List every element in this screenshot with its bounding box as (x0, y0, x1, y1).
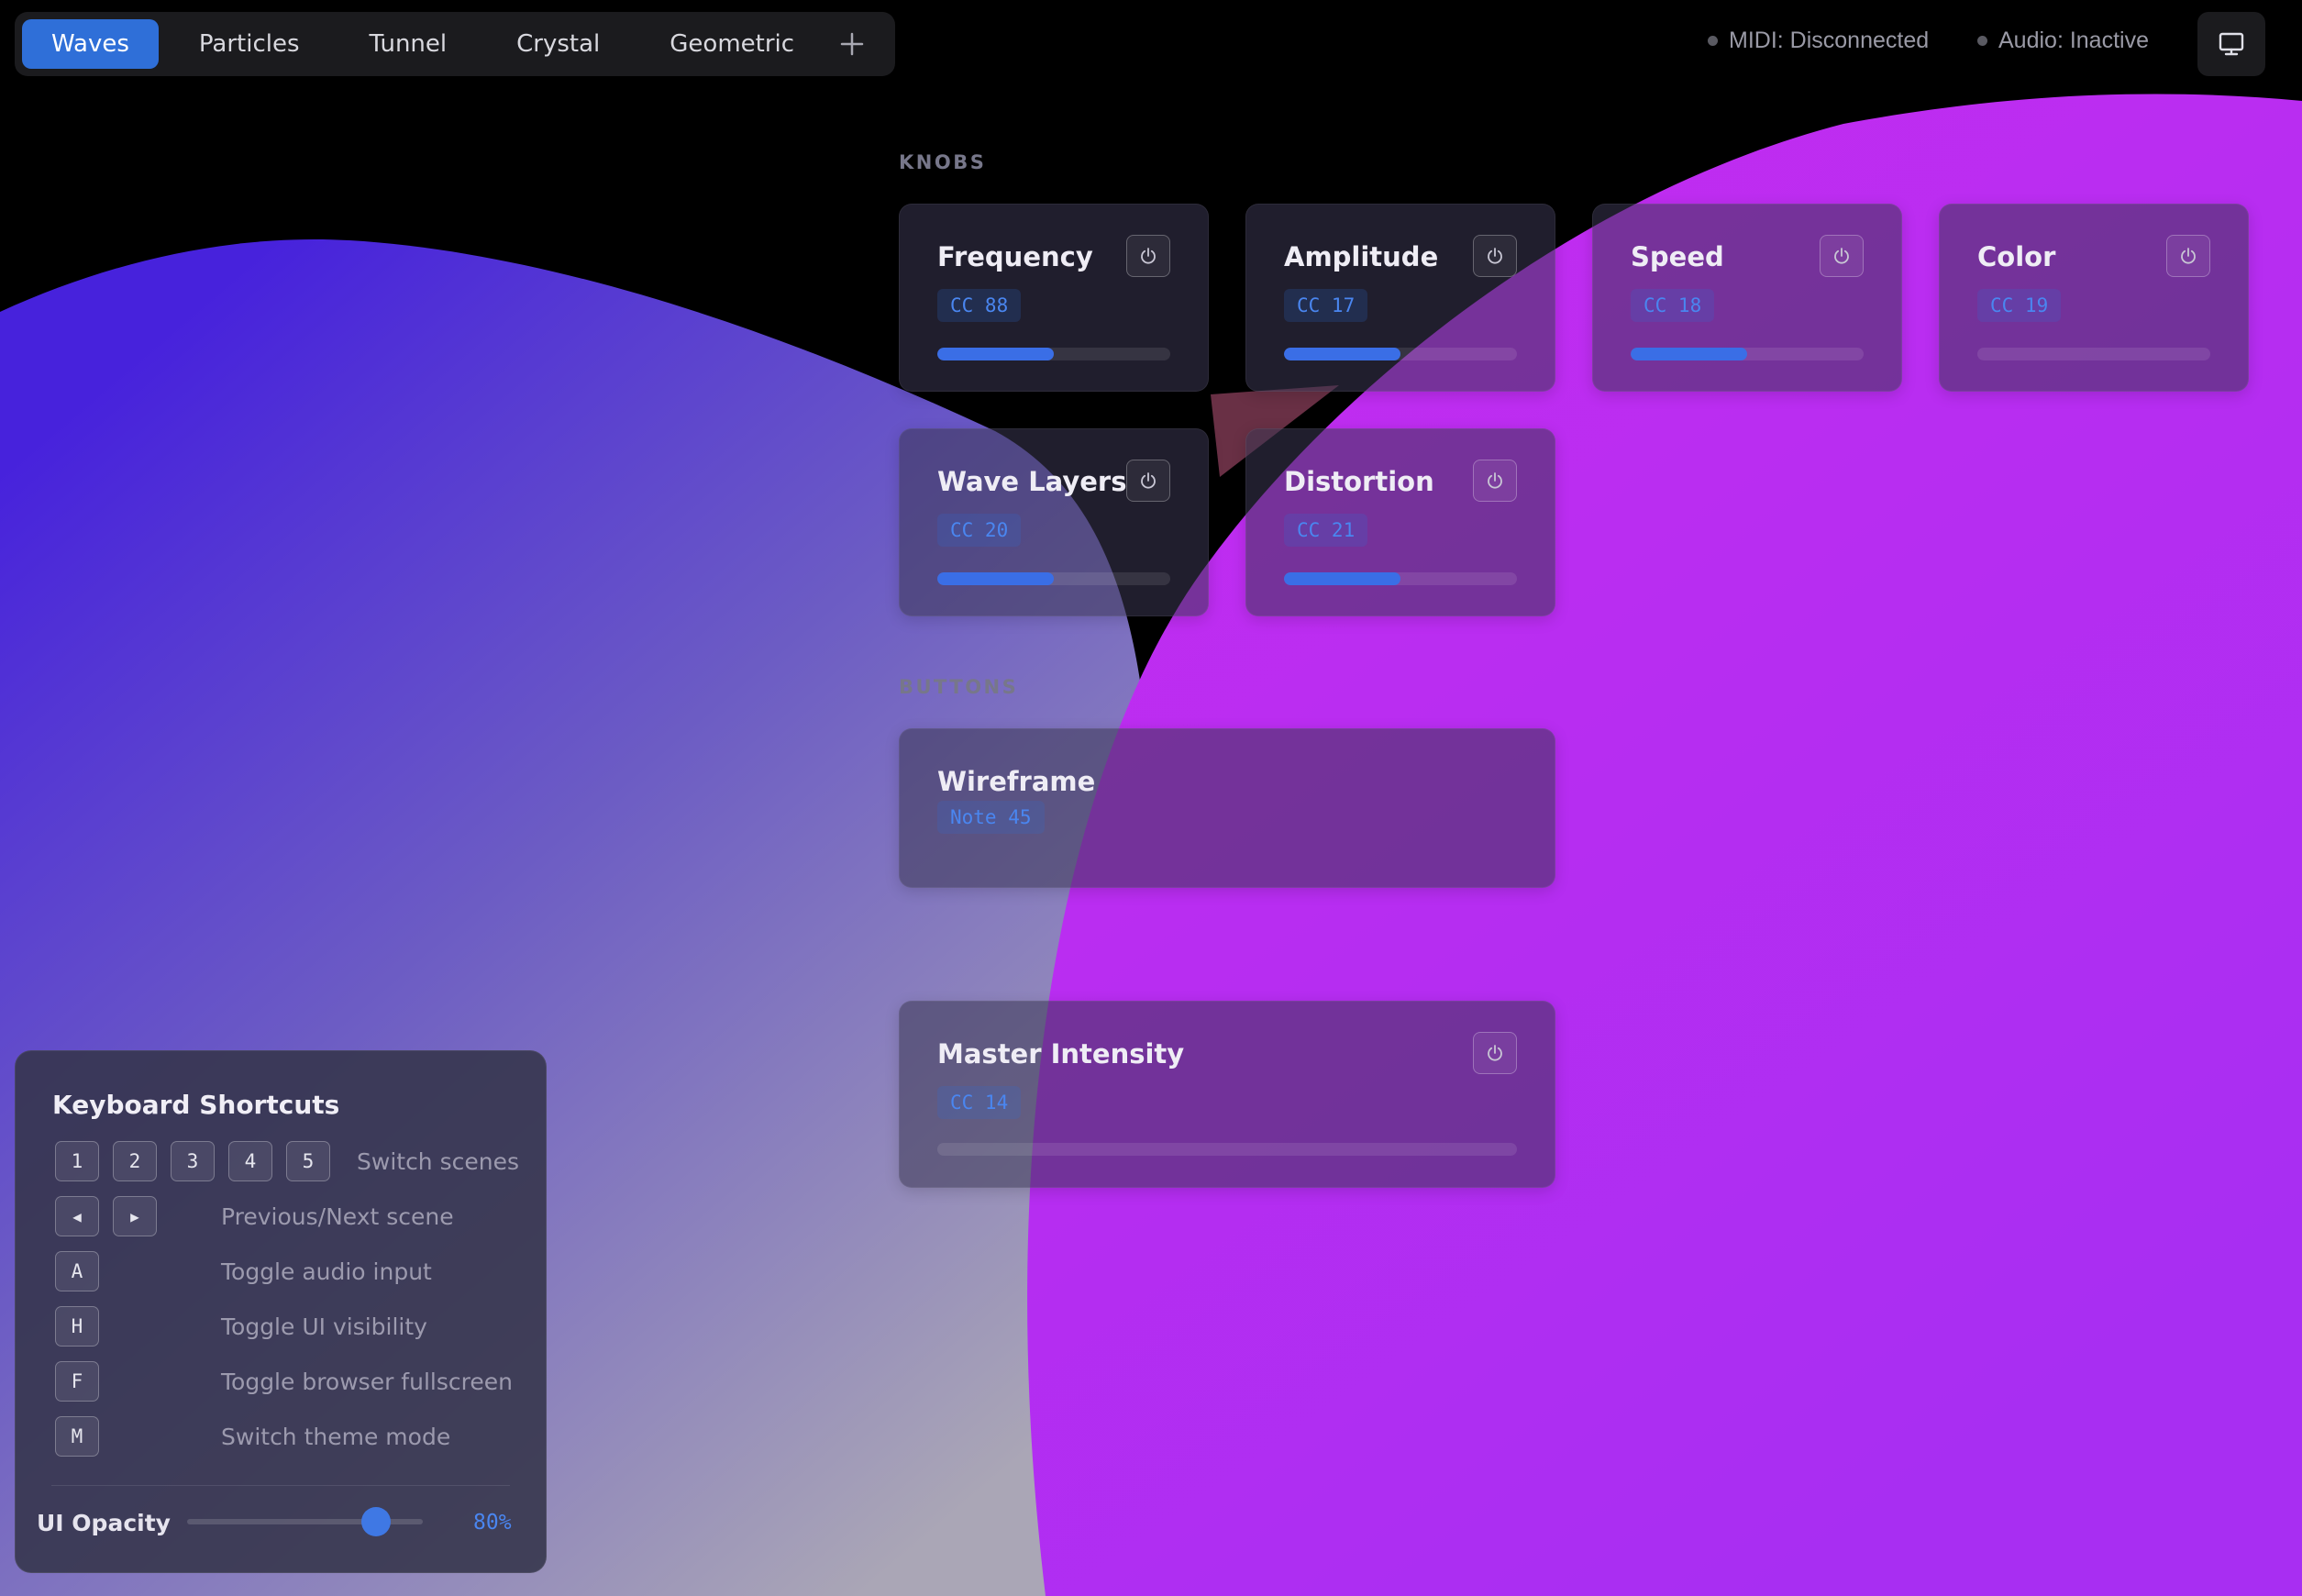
tab-tunnel[interactable]: Tunnel (340, 19, 477, 69)
knob-level-fill (937, 348, 1054, 360)
button-card-wireframe[interactable]: Wireframe Note 45 (899, 728, 1555, 888)
cc-badge: CC 19 (1977, 289, 2062, 322)
power-icon (1488, 1045, 1502, 1061)
cc-badge: CC 17 (1284, 289, 1368, 322)
knob-level-fill (937, 572, 1054, 585)
knob-level-track[interactable] (937, 1143, 1517, 1156)
power-button[interactable] (1126, 235, 1170, 277)
knob-card-master-intensity[interactable]: Master Intensity CC 14 (899, 1001, 1555, 1188)
button-title: Wireframe (937, 766, 1096, 797)
knob-title: Frequency (937, 241, 1093, 272)
key-5: 5 (286, 1141, 330, 1181)
key-next: ▶ (113, 1196, 157, 1236)
knob-level-track[interactable] (1284, 348, 1517, 360)
shortcut-desc-ui: Toggle UI visibility (221, 1313, 427, 1340)
knob-level-track[interactable] (1977, 348, 2210, 360)
power-icon (1488, 472, 1502, 489)
knob-level-fill (1284, 572, 1400, 585)
midi-status-dot (1708, 36, 1718, 46)
cc-badge: CC 21 (1284, 514, 1368, 547)
tab-crystal[interactable]: Crystal (487, 19, 629, 69)
tab-particles[interactable]: Particles (170, 19, 329, 69)
audio-status-text: Audio: Inactive (1998, 28, 2149, 53)
shortcut-row-scenes: 1 2 3 4 5 (55, 1141, 344, 1181)
knob-level-fill (1631, 348, 1747, 360)
key-f: F (55, 1361, 99, 1402)
knob-level-fill (1284, 348, 1400, 360)
ui-opacity-value: 80% (473, 1511, 512, 1535)
key-3: 3 (171, 1141, 215, 1181)
power-icon (1488, 248, 1502, 264)
shortcut-desc-audio: Toggle audio input (221, 1258, 432, 1285)
key-prev: ◀ (55, 1196, 99, 1236)
cc-badge: CC 88 (937, 289, 1022, 322)
shortcut-desc-scenes: Switch scenes (357, 1148, 520, 1175)
power-icon (1141, 248, 1156, 264)
display-mode-button[interactable] (2197, 12, 2265, 76)
cc-badge: CC 18 (1631, 289, 1715, 322)
shortcut-row-fullscreen: F (55, 1361, 113, 1402)
knob-title: Wave Layers (937, 466, 1127, 497)
power-button[interactable] (1473, 460, 1517, 502)
knob-card-amplitude[interactable]: Amplitude CC 17 (1245, 204, 1555, 392)
midi-status: MIDI: Disconnected (1708, 28, 1929, 54)
shortcut-desc-nav: Previous/Next scene (221, 1203, 454, 1230)
knob-level-track[interactable] (937, 348, 1170, 360)
monitor-icon (2219, 32, 2244, 56)
plus-icon (840, 32, 864, 56)
power-button[interactable] (1820, 235, 1864, 277)
knob-level-track[interactable] (1631, 348, 1864, 360)
tab-geometric[interactable]: Geometric (640, 19, 824, 69)
power-button[interactable] (2166, 235, 2210, 277)
knob-level-track[interactable] (1284, 572, 1517, 585)
shortcuts-title: Keyboard Shortcuts (52, 1090, 340, 1120)
knob-card-speed[interactable]: Speed CC 18 (1592, 204, 1902, 392)
key-1: 1 (55, 1141, 99, 1181)
power-button[interactable] (1473, 1032, 1517, 1074)
audio-status-dot (1977, 36, 1987, 46)
audio-status: Audio: Inactive (1977, 28, 2149, 54)
shortcut-row-theme: M (55, 1416, 113, 1457)
knob-title: Amplitude (1284, 241, 1439, 272)
knob-title: Master Intensity (937, 1038, 1185, 1070)
key-m: M (55, 1416, 99, 1457)
key-4: 4 (228, 1141, 272, 1181)
knob-title: Distortion (1284, 466, 1434, 497)
knob-card-wave-layers[interactable]: Wave Layers CC 20 (899, 428, 1209, 616)
shortcut-desc-fullscreen: Toggle browser fullscreen (221, 1369, 513, 1395)
add-scene-button[interactable] (835, 26, 869, 62)
knob-card-frequency[interactable]: Frequency CC 88 (899, 204, 1209, 392)
key-a: A (55, 1251, 99, 1291)
cc-badge: CC 20 (937, 514, 1022, 547)
section-label-buttons: BUTTONS (899, 676, 1019, 698)
cc-badge: CC 14 (937, 1086, 1022, 1119)
ui-opacity-label: UI Opacity (37, 1510, 171, 1536)
scene-tab-bar: Waves Particles Tunnel Crystal Geometric (15, 12, 895, 76)
midi-status-text: MIDI: Disconnected (1729, 28, 1930, 53)
knob-title: Speed (1631, 241, 1724, 272)
tab-waves[interactable]: Waves (22, 19, 159, 69)
shortcut-row-ui: H (55, 1306, 113, 1347)
shortcut-desc-theme: Switch theme mode (221, 1424, 451, 1450)
section-label-knobs: KNOBS (899, 151, 987, 173)
power-icon (2181, 248, 2196, 264)
note-badge: Note 45 (937, 801, 1045, 834)
knob-card-distortion[interactable]: Distortion CC 21 (1245, 428, 1555, 616)
power-icon (1141, 472, 1156, 489)
knob-title: Color (1977, 241, 2056, 272)
key-h: H (55, 1306, 99, 1347)
power-button[interactable] (1473, 235, 1517, 277)
shortcut-row-nav: ◀ ▶ (55, 1196, 171, 1236)
key-2: 2 (113, 1141, 157, 1181)
knob-level-track[interactable] (937, 572, 1170, 585)
shortcut-row-audio: A (55, 1251, 113, 1291)
power-icon (1834, 248, 1849, 264)
ui-opacity-slider-thumb[interactable] (360, 1507, 391, 1536)
shortcuts-divider (51, 1485, 510, 1486)
power-button[interactable] (1126, 460, 1170, 502)
knob-card-color[interactable]: Color CC 19 (1939, 204, 2249, 392)
